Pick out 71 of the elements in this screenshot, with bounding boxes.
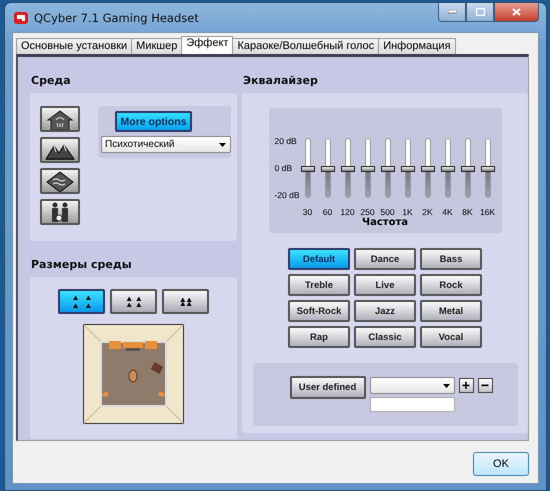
preset-button[interactable]: Default [288,248,350,270]
tab[interactable]: Основные установки [16,38,132,54]
frequency-label: 250 [359,207,376,217]
frequency-label: 2K [421,207,434,217]
frequency-label: 8K [461,207,474,217]
environment-button[interactable] [40,106,80,132]
house-icon [45,108,75,130]
preset-button[interactable]: Bass [420,248,482,270]
maximize-icon [476,8,484,16]
eq-slider-thumb[interactable] [300,166,314,172]
eq-slider-thumb[interactable] [400,166,414,172]
minimize-button[interactable] [438,3,466,22]
scale-label: 20 dB [274,136,298,146]
ok-button[interactable]: OK [473,452,529,476]
room-size-button[interactable] [58,289,105,314]
eq-slider-thumb[interactable] [340,166,354,172]
tab[interactable]: Информация [378,38,456,54]
room-size-button[interactable] [110,289,157,314]
close-button[interactable] [494,3,539,22]
scale-label: 0 dB [274,163,293,173]
frequency-label: 4K [441,207,454,217]
add-button[interactable]: + [458,378,474,393]
scale-label: -20 dB [274,190,301,200]
close-icon [512,8,521,16]
window-title: QCyber 7.1 Gaming Headset [34,10,199,24]
environment-button[interactable] [40,199,80,225]
preset-button[interactable]: Soft-Rock [288,300,350,322]
user-defined-button[interactable]: User defined [290,376,366,399]
wave-tile-icon [45,170,75,192]
preset-button[interactable]: Metal [420,300,482,322]
preset-name-field[interactable] [370,397,454,412]
environment-button[interactable] [40,168,80,194]
tab[interactable]: Эффект [181,36,234,54]
eq-slider-thumb[interactable] [480,166,494,172]
preset-button[interactable]: Classic [354,326,416,348]
preset-button[interactable]: Vocal [420,326,482,348]
tab[interactable]: Караоке/Волшебный голос [232,38,380,54]
section-heading: Эквалайзер [243,74,319,88]
frequency-label: 60 [322,207,334,217]
section-heading: Среда [31,74,72,88]
remove-button[interactable]: − [478,378,492,393]
frequency-label: 30 [302,207,314,217]
eq-slider-thumb[interactable] [420,166,434,172]
preset-button[interactable]: Rap [288,326,350,348]
minimize-icon [448,10,456,14]
frequency-label: 120 [339,207,356,217]
environment-button[interactable] [40,137,80,163]
frequency-label: 500 [379,207,396,217]
eq-slider-thumb[interactable] [460,166,474,172]
eq-slider-thumb[interactable] [360,166,374,172]
eq-slider-thumb[interactable] [320,166,334,172]
preset-button[interactable]: Jazz [354,300,416,322]
maximize-button[interactable] [466,3,494,22]
dropdown-arrow-icon [442,384,450,388]
frequency-label: 1K [401,207,414,217]
preset-button[interactable]: Live [354,274,416,296]
app-logo-icon [14,12,28,24]
user-preset-dropdown[interactable] [370,377,454,394]
section-heading: Размеры среды [31,258,133,272]
environment-dropdown[interactable]: Психотический [101,136,231,153]
frequency-label: 16K [478,207,496,217]
preset-button[interactable]: Rock [420,274,482,296]
axis-label: Частота [361,217,409,228]
room-size-button[interactable] [162,289,209,314]
preset-button[interactable]: Treble [288,274,350,296]
eq-slider-thumb[interactable] [440,166,454,172]
eq-slider-thumb[interactable] [380,166,394,172]
preset-button[interactable]: Dance [354,248,416,270]
dropdown-arrow-icon [219,142,226,146]
tab[interactable]: Микшер [131,38,182,54]
more-options-button[interactable]: More options [115,111,192,132]
